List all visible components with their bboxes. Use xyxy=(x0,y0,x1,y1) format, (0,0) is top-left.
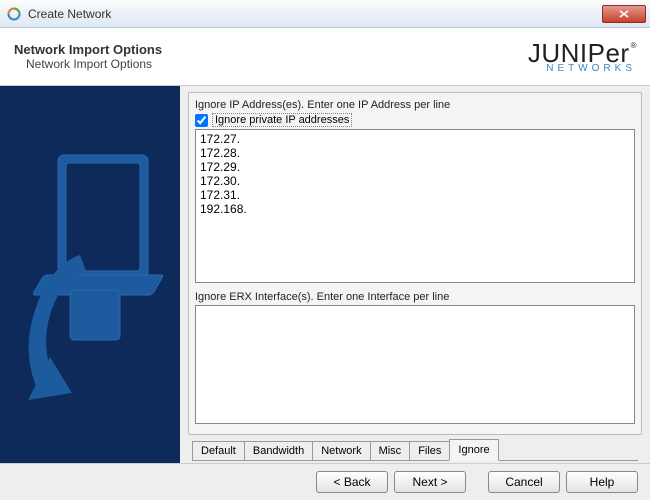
erx-interface-label: Ignore ERX Interface(s). Enter one Inter… xyxy=(195,291,635,303)
ignore-private-checkbox[interactable] xyxy=(195,114,208,127)
wizard-footer: < Back Next > Cancel Help xyxy=(0,464,650,500)
header-text: Network Import Options Network Import Op… xyxy=(14,42,162,71)
erx-list-wrap xyxy=(195,305,635,424)
titlebar: Create Network xyxy=(0,0,650,28)
ip-list-wrap xyxy=(195,129,635,283)
main-panel: Ignore IP Address(es). Enter one IP Addr… xyxy=(180,86,650,463)
window-title: Create Network xyxy=(28,7,602,21)
ip-address-textarea[interactable] xyxy=(195,129,635,283)
app-icon xyxy=(6,6,22,22)
help-button[interactable]: Help xyxy=(566,471,638,493)
page-title: Network Import Options xyxy=(14,42,162,57)
tab-bar: Default Bandwidth Network Misc Files Ign… xyxy=(188,439,642,461)
next-button[interactable]: Next > xyxy=(394,471,466,493)
tabs-spacer xyxy=(498,441,638,461)
computer-arrow-icon xyxy=(10,125,170,425)
juniper-logo: JUNIPer® NETWORKS xyxy=(528,40,636,74)
page-subtitle: Network Import Options xyxy=(14,57,162,71)
wizard-sidebar-graphic xyxy=(0,86,180,463)
wizard-header: Network Import Options Network Import Op… xyxy=(0,28,650,86)
wizard-body: Ignore IP Address(es). Enter one IP Addr… xyxy=(0,86,650,464)
close-icon xyxy=(619,10,629,18)
cancel-button[interactable]: Cancel xyxy=(488,471,560,493)
tab-misc[interactable]: Misc xyxy=(370,441,411,461)
tab-files[interactable]: Files xyxy=(409,441,450,461)
tab-bandwidth[interactable]: Bandwidth xyxy=(244,441,313,461)
tab-ignore[interactable]: Ignore xyxy=(449,439,498,461)
logo-main: JUNIPer® xyxy=(528,40,636,66)
close-button[interactable] xyxy=(602,5,646,23)
ignore-panel: Ignore IP Address(es). Enter one IP Addr… xyxy=(188,92,642,435)
tab-network[interactable]: Network xyxy=(312,441,370,461)
tab-default[interactable]: Default xyxy=(192,441,245,461)
ignore-private-row: Ignore private IP addresses xyxy=(195,113,635,127)
back-button[interactable]: < Back xyxy=(316,471,388,493)
ip-address-label: Ignore IP Address(es). Enter one IP Addr… xyxy=(195,99,635,111)
erx-interface-textarea[interactable] xyxy=(195,305,635,424)
ignore-private-label: Ignore private IP addresses xyxy=(212,113,352,127)
